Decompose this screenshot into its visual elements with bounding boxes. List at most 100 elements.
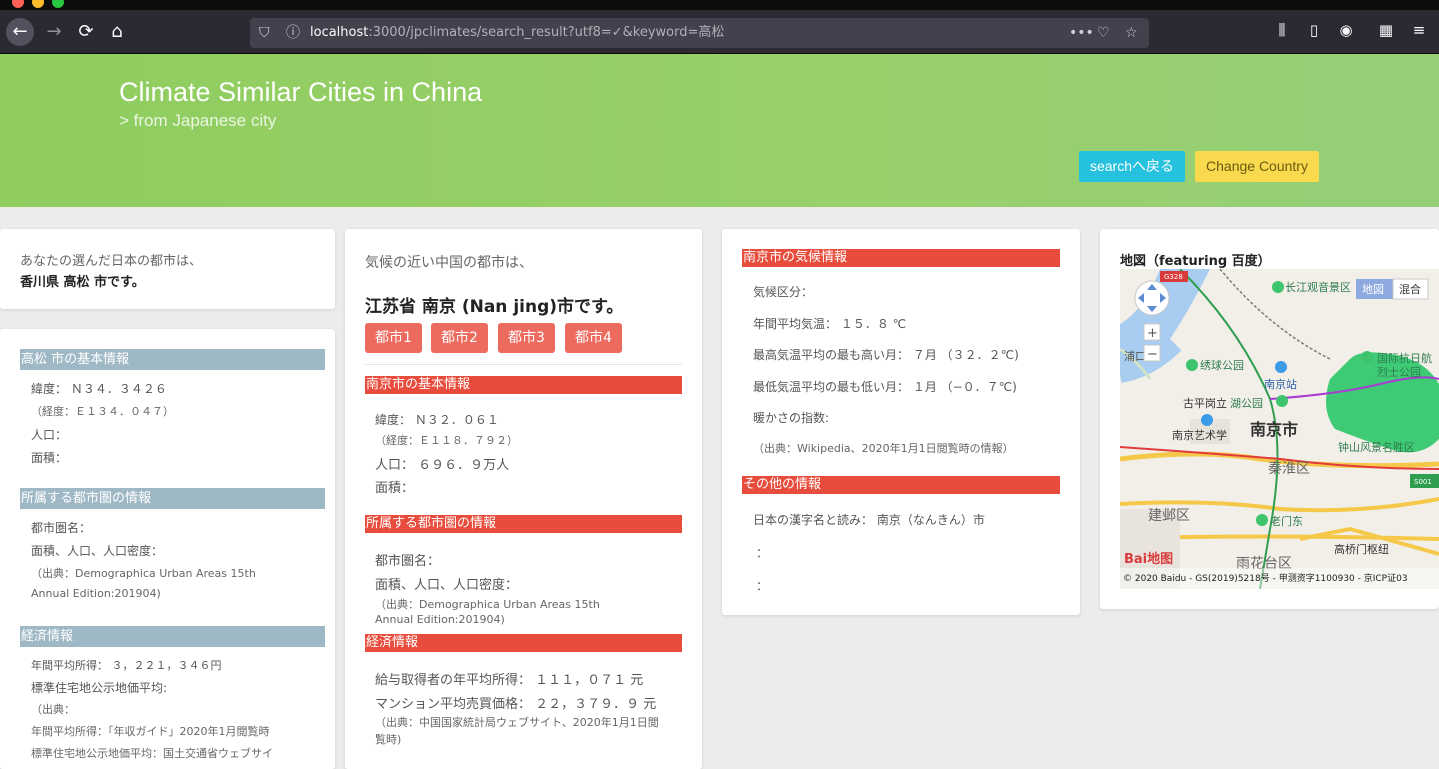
china-metro-header: 所属する都市圏の情報 [365, 515, 682, 533]
memorial-marker-icon [1361, 351, 1373, 363]
other-info-line-2: ： [756, 546, 769, 560]
map-label-zhongshan: 钟山风景名胜区 [1338, 440, 1415, 454]
map-canvas[interactable]: S001 G328 长江观音景区 浦口区 绣球公园 南京站 国际抗日航 烈士公园… [1120, 269, 1439, 589]
map-copyright: © 2020 Baidu - GS(2019)5218号 - 甲测资字11009… [1123, 572, 1408, 584]
pocket-icon[interactable]: ♡ [1097, 18, 1110, 48]
baidu-logo: Bai地图 [1124, 551, 1173, 567]
home-button[interactable]: ⌂ [103, 18, 131, 46]
url-text[interactable]: localhost:3000/jpclimates/search_result?… [310, 18, 724, 48]
road-g328: G328 [1164, 273, 1183, 281]
sidebar-icon[interactable]: ▯ [1303, 21, 1325, 39]
china-metro-name: 都市圏名： [375, 554, 441, 569]
japan-latitude: 緯度： Ｎ３４．３４２６ [31, 382, 167, 396]
map-type-hybrid-label[interactable]: 混合 [1399, 282, 1421, 296]
map-label-jianye: 建邺区 [1148, 508, 1190, 524]
road-s001: S001 [1414, 478, 1432, 486]
maximize-window-icon[interactable] [52, 0, 64, 8]
china-metro-stats: 面積、人口、人口密度： [375, 578, 519, 593]
map-label-changjiang: 长江观音景区 [1285, 280, 1351, 294]
japan-land-price: 標準住宅地公示地価平均: [31, 681, 168, 695]
zoom-out-icon[interactable]: − [1147, 347, 1158, 362]
back-to-search-button[interactable]: searchへ戻る [1079, 151, 1185, 182]
japan-metro-header: 所属する都市圏の情報 [20, 488, 325, 509]
site-subtitle: > from Japanese city [119, 111, 277, 130]
china-area: 面積： [375, 481, 415, 496]
selected-city-card: あなたの選んだ日本の都市は、 香川県 高松 市です。 [0, 229, 335, 309]
map-type-map-label[interactable]: 地図 [1362, 283, 1384, 296]
china-metro-source-cont: Annual Edition:201904) [375, 613, 505, 626]
japan-econ-header: 経済情報 [20, 626, 325, 647]
bookmark-star-icon[interactable]: ☆ [1125, 18, 1138, 48]
scenic-marker-icon [1272, 281, 1284, 293]
kanji-reading: 日本の漢字名と読み： 南京（なんきん）市 [753, 513, 985, 527]
other-info-line-3: ： [756, 579, 769, 593]
url-bar[interactable]: ⛉ ⓘ localhost:3000/jpclimates/search_res… [250, 18, 1149, 48]
back-button[interactable]: ← [6, 18, 34, 46]
china-econ-header: 経済情報 [365, 634, 682, 652]
japan-basic-info-header: 高松 市の基本情報 [20, 349, 325, 370]
extensions-icon[interactable]: ▦ [1375, 21, 1397, 39]
climate-coldest-month: 最低気温平均の最も低い月： １月 （−０．７℃) [753, 380, 1017, 394]
selected-city-intro: あなたの選んだ日本の都市は、 [20, 254, 203, 269]
climate-card: 南京市の気候情報 気候区分： 年間平均気温： １５．８ ℃ 最高気温平均の最も高… [722, 229, 1080, 615]
japan-area: 面積： [31, 451, 68, 465]
map-label-memorial-2: 烈士公园 [1377, 365, 1421, 379]
map-label-qinhuai: 秦淮区 [1268, 461, 1310, 477]
china-econ-source-cont: 覧時) [375, 733, 402, 746]
china-city-card: 気候の近い中国の都市は、 江苏省 南京 (Nan jing)市です。 都市1 都… [345, 229, 702, 769]
japan-metro-source: （出典：Demographica Urban Areas 15th [31, 567, 256, 580]
japan-population: 人口： [31, 428, 68, 442]
close-window-icon[interactable] [12, 0, 24, 8]
map-title: 地図（featuring 百度） [1120, 254, 1271, 269]
lake-park-marker-icon [1276, 395, 1288, 407]
climate-avg-temp: 年間平均気温： １５．８ ℃ [753, 317, 907, 331]
browser-toolbar: ← → ⟳ ⌂ ⛉ ⓘ localhost:3000/jpclimates/se… [0, 10, 1439, 54]
china-basic-info-header: 南京市の基本情報 [365, 376, 682, 394]
city-2-button[interactable]: 都市2 [431, 323, 488, 353]
selected-city-name: 香川県 高松 市です。 [20, 275, 145, 290]
change-country-button[interactable]: Change Country [1195, 151, 1319, 182]
china-city-name: 江苏省 南京 (Nan jing)市です。 [365, 297, 624, 317]
shield-icon[interactable]: ⛉ [259, 18, 270, 48]
minimize-window-icon[interactable] [32, 0, 44, 8]
baidu-map[interactable]: S001 G328 长江观音景区 浦口区 绣球公园 南京站 国际抗日航 烈士公园… [1120, 269, 1439, 589]
browser-tab-strip [0, 0, 1439, 10]
china-econ-source: （出典：中国国家統計局ウェブサイト、2020年1月1日閲 [375, 716, 659, 729]
site-info-icon[interactable]: ⓘ [286, 18, 300, 48]
laomendong-marker-icon [1256, 514, 1268, 526]
climate-zone: 気候区分： [753, 285, 814, 299]
map-label-station: 南京站 [1264, 377, 1297, 391]
china-metro-source: （出典：Demographica Urban Areas 15th [375, 598, 600, 611]
site-title: Climate Similar Cities in China [119, 77, 483, 107]
climate-source: （出典：Wikipedia、2020年1月1日閲覧時の情報） [753, 442, 1014, 455]
china-longitude: （経度：Ｅ１１８．７９２） [375, 434, 518, 447]
map-label-art-school: 南京艺术学 [1172, 428, 1227, 442]
japan-metro-source-cont: Annual Edition:201904) [31, 587, 161, 600]
japan-city-info-card: 高松 市の基本情報 緯度： Ｎ３４．３４２６ （経度：Ｅ１３４．０４７） 人口：… [0, 329, 335, 769]
map-label-gaoqiaomen: 高桥门枢纽 [1334, 542, 1389, 556]
map-label-gupinggang-1: 古平岗立 [1183, 396, 1227, 410]
china-latitude: 緯度： Ｎ３２．０６１ [375, 413, 499, 427]
japan-income: 年間平均所得： ３，２２１，３４６円 [31, 659, 222, 672]
japan-metro-name: 都市圏名： [31, 521, 92, 535]
japan-metro-stats: 面積、人口、人口密度： [31, 544, 164, 558]
reload-button[interactable]: ⟳ [72, 18, 100, 46]
city-4-button[interactable]: 都市4 [565, 323, 622, 353]
map-label-xiuqiu: 绣球公园 [1200, 358, 1244, 372]
climate-header: 南京市の気候情報 [742, 249, 1060, 267]
china-condo-price: マンション平均売買価格： ２２，３７９．９ 元 [375, 697, 657, 712]
page-actions-icon[interactable]: ••• [1069, 18, 1094, 48]
city-1-button[interactable]: 都市1 [365, 323, 422, 353]
site-header: Climate Similar Cities in China > from J… [0, 54, 1439, 207]
map-label-gupinggang-2: 湖公园 [1230, 397, 1263, 410]
account-icon[interactable]: ◉ [1335, 21, 1357, 39]
zoom-in-icon[interactable]: + [1147, 326, 1158, 341]
other-info-header: その他の情報 [742, 476, 1060, 494]
library-icon[interactable]: ⫼ [1271, 21, 1293, 39]
menu-icon[interactable]: ≡ [1408, 21, 1430, 39]
school-marker-icon [1201, 414, 1213, 426]
forward-button[interactable]: → [40, 18, 68, 46]
china-city-intro: 気候の近い中国の都市は、 [365, 255, 533, 271]
city-3-button[interactable]: 都市3 [498, 323, 555, 353]
station-marker-icon [1275, 361, 1287, 373]
